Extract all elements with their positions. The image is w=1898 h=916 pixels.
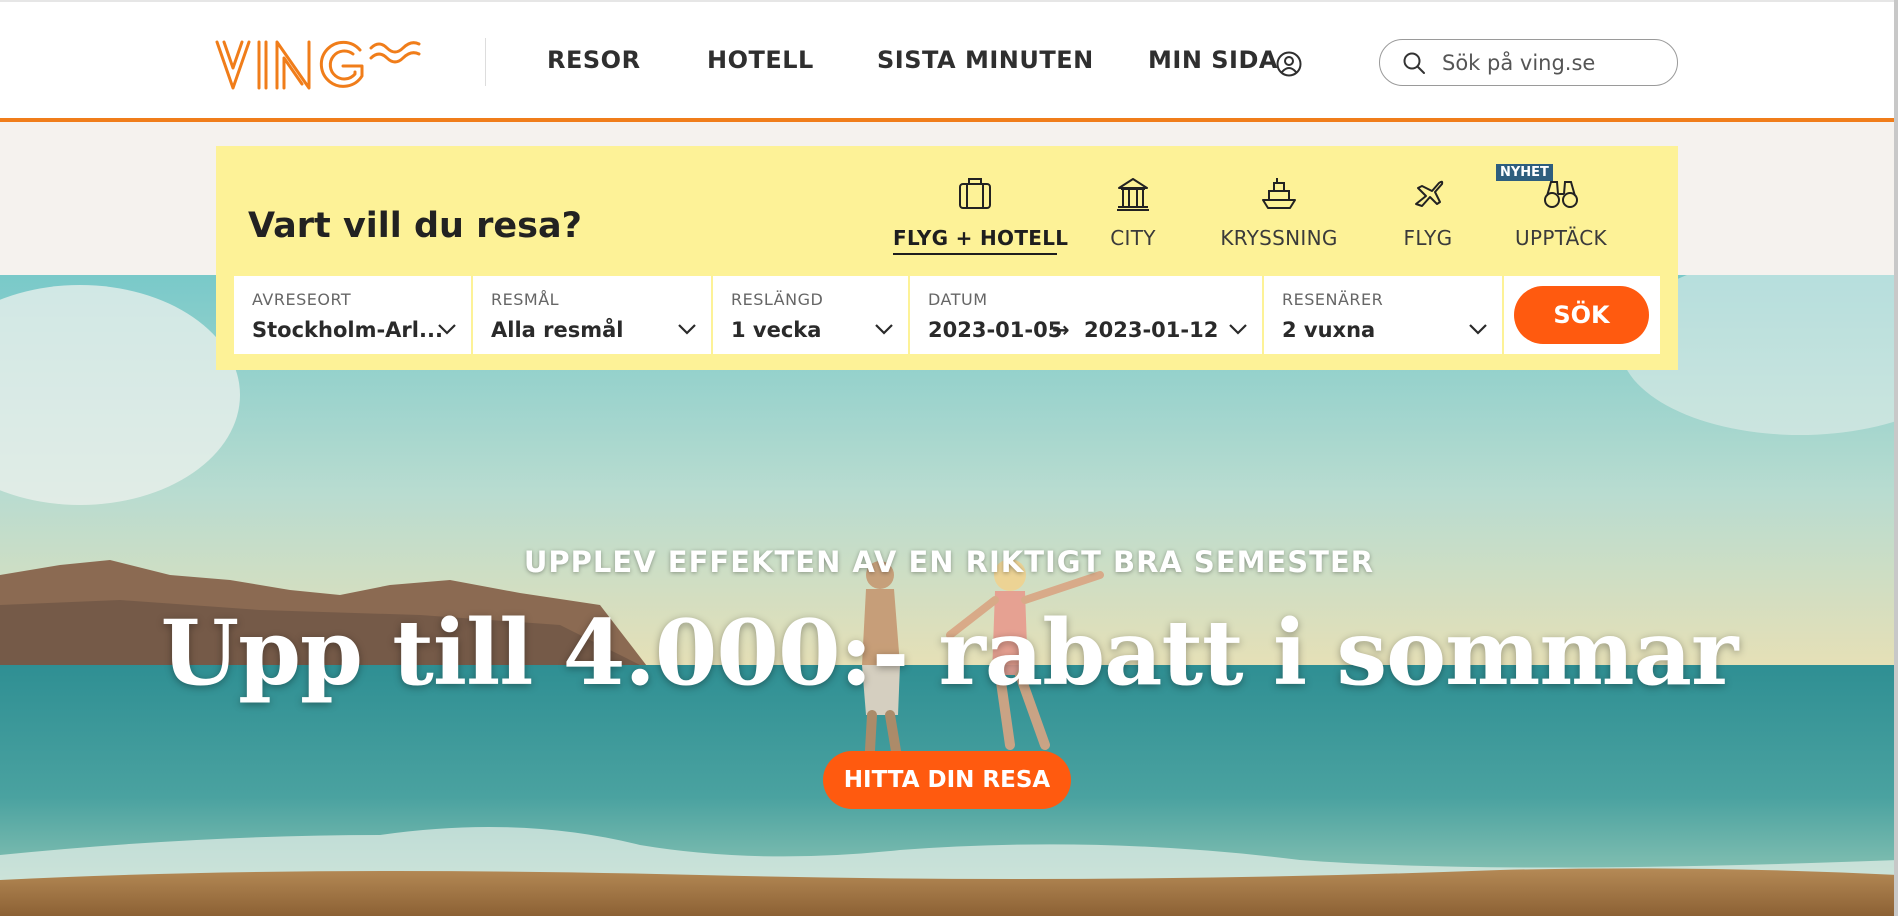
nav-resor[interactable]: RESOR <box>547 46 641 74</box>
city-building-icon <box>1117 178 1149 211</box>
hero-image <box>0 275 1898 916</box>
tab-kryssning[interactable]: KRYSSNING <box>1216 174 1342 250</box>
hero-headline: Upp till 4.000:- rabatt i sommar <box>160 600 1739 706</box>
chevron-down-icon <box>1229 324 1247 335</box>
search-input[interactable] <box>1440 40 1664 86</box>
tab-label: CITY <box>1110 226 1156 250</box>
destination-value: Alla resmål <box>491 318 624 342</box>
hero-subtitle: UPPLEV EFFEKTEN AV EN RIKTIGT BRA SEMEST… <box>523 545 1375 579</box>
tab-label: KRYSSNING <box>1220 226 1338 250</box>
date-from: 2023-01-05 <box>928 318 1063 342</box>
page-scrollbar[interactable] <box>1894 0 1898 916</box>
tab-label: FLYG <box>1403 226 1453 250</box>
nav-hotell[interactable]: HOTELL <box>707 46 814 74</box>
date-arrow: → <box>1052 318 1070 342</box>
chevron-down-icon <box>438 324 456 335</box>
tab-label: UPPTÄCK <box>1515 226 1607 250</box>
duration-value: 1 vecka <box>731 318 822 342</box>
nav-sista-minuten[interactable]: SISTA MINUTEN <box>877 46 1094 74</box>
site-header: RESOR HOTELL SISTA MINUTEN MIN SIDA <box>0 0 1898 119</box>
search-panel-title: Vart vill du resa? <box>248 206 582 246</box>
dates-label: DATUM <box>928 290 988 309</box>
tab-flyg-hotell[interactable]: FLYG + HOTELL <box>893 174 1069 250</box>
chevron-down-icon <box>875 324 893 335</box>
site-search[interactable] <box>1379 39 1678 86</box>
ving-homepage: RESOR HOTELL SISTA MINUTEN MIN SIDA Sök … <box>0 0 1898 916</box>
search-button-cell: SÖK <box>1504 276 1660 354</box>
tab-upptack[interactable]: UPPTÄCK <box>1506 174 1616 250</box>
search-icon <box>1403 52 1425 74</box>
travelers-label: RESENÄRER <box>1282 290 1384 309</box>
departure-field[interactable]: AVRESEORT Stockholm-Arl... <box>234 276 471 354</box>
search-panel: Vart vill du resa? FLYG + HOTELL CITY KR… <box>216 146 1678 370</box>
ving-logo[interactable] <box>215 36 425 92</box>
user-icon[interactable] <box>1275 50 1303 78</box>
airplane-icon <box>1415 180 1444 207</box>
destination-field[interactable]: RESMÅL Alla resmål <box>473 276 711 354</box>
tab-label: FLYG + HOTELL <box>893 226 1069 250</box>
beach-photo <box>0 275 1898 916</box>
tab-flyg[interactable]: FLYG <box>1388 174 1468 250</box>
logo-divider <box>485 38 486 86</box>
active-tab-indicator <box>893 253 1057 255</box>
chevron-down-icon <box>1469 324 1487 335</box>
search-button[interactable]: SÖK <box>1514 286 1649 344</box>
nav-min-sida[interactable]: MIN SIDA <box>1148 46 1278 74</box>
cruise-ship-icon <box>1262 178 1296 209</box>
find-trip-button[interactable]: HITTA DIN RESA <box>823 751 1071 809</box>
travelers-value: 2 vuxna <box>1282 318 1376 342</box>
departure-label: AVRESEORT <box>252 290 352 309</box>
duration-field[interactable]: RESLÄNGD 1 vecka <box>713 276 908 354</box>
departure-value: Stockholm-Arl... <box>252 318 443 342</box>
duration-label: RESLÄNGD <box>731 290 824 309</box>
destination-label: RESMÅL <box>491 290 560 309</box>
chevron-down-icon <box>678 324 696 335</box>
date-to: 2023-01-12 <box>1084 318 1219 342</box>
suitcase-icon <box>959 178 991 209</box>
dates-field[interactable]: DATUM 2023-01-05 → 2023-01-12 <box>910 276 1262 354</box>
new-badge: NYHET <box>1496 164 1553 181</box>
tab-city[interactable]: CITY <box>1093 174 1173 250</box>
travelers-field[interactable]: RESENÄRER 2 vuxna <box>1264 276 1502 354</box>
search-fields: AVRESEORT Stockholm-Arl... RESMÅL Alla r… <box>234 276 1660 354</box>
